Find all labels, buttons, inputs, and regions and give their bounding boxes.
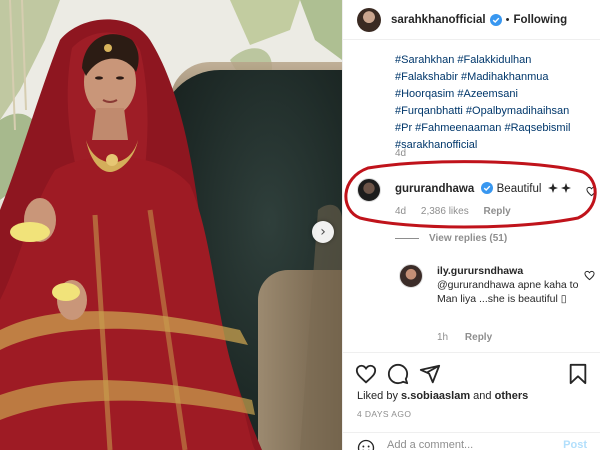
caption-hashtags: #Sarahkhan #Falakkidulhan #Falakshabir #… xyxy=(395,52,595,154)
add-comment-input[interactable] xyxy=(387,439,547,450)
comment-icon[interactable] xyxy=(387,363,409,385)
reply-meta: 1h Reply xyxy=(437,332,506,343)
verified-badge-icon xyxy=(489,13,502,26)
post-photo[interactable]: › xyxy=(0,0,342,450)
reply-age: 1h xyxy=(437,332,449,343)
reply-body: ily.gurursndhawa @gururandhawa apne kaha… xyxy=(437,264,587,306)
bride-figure xyxy=(0,19,342,450)
liked-by-line: Liked by s.sobiaaslam and others xyxy=(357,390,528,402)
hashtag-line[interactable]: #Pr #Fahmeenaaman #Raqsebismil xyxy=(395,120,595,137)
author-avatar[interactable] xyxy=(357,7,381,32)
liked-by-prefix: Liked by xyxy=(357,390,402,402)
replies-divider-line xyxy=(395,237,419,239)
post-header: sarahkhanofficial • Following xyxy=(343,0,600,40)
red-highlight-oval xyxy=(344,160,597,229)
chevron-right-icon: › xyxy=(320,224,326,240)
liked-by-others[interactable]: others xyxy=(495,390,529,402)
carousel-next-button[interactable]: › xyxy=(312,221,334,243)
bookmark-icon[interactable] xyxy=(567,363,589,385)
hashtag-line[interactable]: #Falakshabir #Madihakhanmua xyxy=(395,69,595,86)
add-comment-bar: Post xyxy=(343,432,600,450)
caption-age: 4d xyxy=(395,148,407,159)
reply-text: @gururandhawa apne kaha to Man liya ...s… xyxy=(437,279,579,305)
liked-by-user[interactable]: s.sobiaaslam xyxy=(401,390,470,402)
post-comment-button[interactable]: Post xyxy=(563,439,587,450)
following-button[interactable]: Following xyxy=(513,14,567,26)
header-separator: • xyxy=(505,13,510,26)
hashtag-line[interactable]: #Hoorqasim #Azeemsani xyxy=(395,86,595,103)
heart-icon[interactable] xyxy=(584,270,595,281)
view-replies-button[interactable]: View replies (51) xyxy=(395,233,507,244)
replier-username[interactable]: ily.gurursndhawa xyxy=(437,264,587,278)
liked-by-and: and xyxy=(470,390,495,402)
emoji-icon[interactable] xyxy=(357,439,375,450)
hashtag-line[interactable]: #sarakhanofficial xyxy=(395,137,595,154)
hashtag-line[interactable]: #Sarahkhan #Falakkidulhan xyxy=(395,52,595,69)
like-heart-icon[interactable] xyxy=(355,363,377,385)
action-bar xyxy=(343,352,600,392)
hashtag-line[interactable]: #Furqanbhatti #Opalbymadihaihsan xyxy=(395,103,595,120)
share-icon[interactable] xyxy=(419,363,441,385)
post-date: 4 DAYS AGO xyxy=(357,409,412,419)
reply-reply-button[interactable]: Reply xyxy=(465,332,492,343)
author-username[interactable]: sarahkhanofficial xyxy=(391,14,486,26)
view-replies-label: View replies (51) xyxy=(429,233,508,244)
replier-avatar[interactable] xyxy=(399,264,423,288)
